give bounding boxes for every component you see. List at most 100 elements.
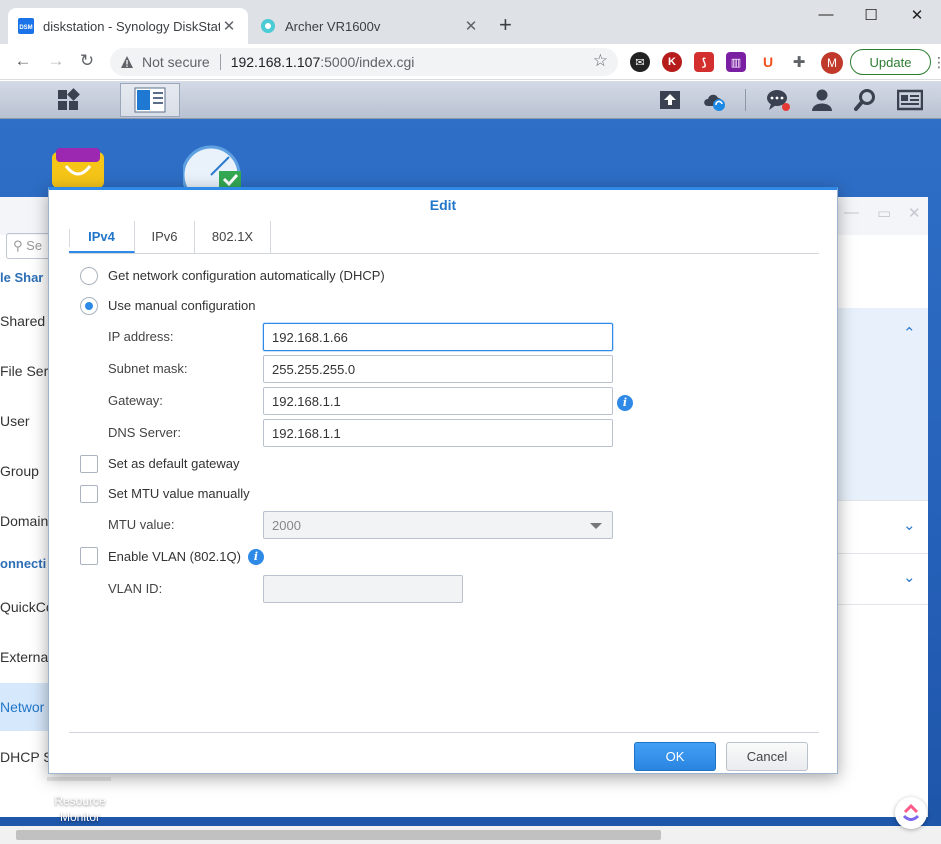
search-icon: ⚲ [13, 238, 23, 253]
security-label: Not secure [142, 54, 210, 70]
sidebar-item-group[interactable]: Group [0, 463, 39, 479]
menu-kebab-icon[interactable]: ⋮ [932, 54, 941, 71]
vlan-label: Enable VLAN (802.1Q) [108, 549, 241, 564]
extension-k-icon[interactable]: K [662, 52, 682, 72]
desktop-shortcut-highlight [47, 777, 111, 781]
bg-maximize-icon[interactable]: ▭ [877, 204, 891, 222]
main-menu-button[interactable] [22, 83, 114, 117]
subnet-mask-label: Subnet mask: [108, 361, 188, 376]
mtu-value-select[interactable]: 2000 [263, 511, 613, 539]
row-divider [838, 553, 928, 554]
default-gateway-checkbox[interactable] [80, 455, 98, 473]
clickup-icon[interactable] [895, 797, 927, 829]
close-window-icon[interactable]: ✕ [907, 6, 927, 24]
extension-u-icon[interactable]: U [758, 52, 778, 72]
scrollbar-thumb[interactable] [16, 830, 661, 840]
sidebar-item-dhcp-server[interactable]: DHCP S [0, 749, 53, 765]
sidebar-item-user[interactable]: User [0, 413, 30, 429]
forward-icon[interactable]: → [45, 50, 67, 72]
gateway-info-icon[interactable]: i [617, 395, 633, 411]
widgets-icon[interactable] [897, 88, 923, 112]
manual-config-radio[interactable] [80, 297, 98, 315]
url-host: 192.168.1.107 [230, 54, 321, 70]
dns-server-input[interactable]: 192.168.1.1 [263, 419, 613, 447]
ip-address-input[interactable]: 192.168.1.66 [263, 323, 613, 351]
search-icon[interactable] [853, 88, 879, 112]
cancel-button[interactable]: Cancel [726, 742, 808, 771]
row-divider [838, 604, 928, 605]
update-button[interactable]: Update [850, 49, 931, 75]
vlan-id-input[interactable] [263, 575, 463, 603]
sidebar-item-file-services[interactable]: File Ser [0, 363, 48, 379]
close-tab-icon[interactable]: ✕ [462, 17, 480, 35]
profile-avatar[interactable]: M [821, 52, 843, 74]
sidebar-section-connectivity: onnecti [0, 556, 47, 571]
dialog-title: Edit [429, 197, 457, 213]
row-divider [838, 500, 928, 501]
browser-tabstrip: DSM diskstation - Synology DiskStation ✕… [0, 0, 941, 44]
pdf-extension-icon[interactable]: ⟆ [694, 52, 714, 72]
mail-extension-icon[interactable]: ✉ [630, 52, 650, 72]
tab-ipv6[interactable]: IPv6 [135, 221, 195, 253]
dhcp-radio[interactable] [80, 267, 98, 285]
sidebar-item-quickconnect[interactable]: QuickCo [0, 599, 54, 615]
browser-toolbar: ← → ↻ Not secure 192.168.1.107 :5000/ind… [0, 44, 941, 80]
sidebar-section-file-sharing: le Shar [0, 270, 44, 285]
app-grid-icon [58, 88, 80, 110]
subnet-mask-input[interactable]: 255.255.255.0 [263, 355, 613, 383]
manual-config-label: Use manual configuration [108, 298, 256, 313]
dialog-tabs: IPv4 IPv6 802.1X [69, 221, 819, 254]
browser-tab-diskstation[interactable]: DSM diskstation - Synology DiskStation ✕ [8, 8, 248, 44]
mtu-manual-checkbox[interactable] [80, 485, 98, 503]
close-tab-icon[interactable]: ✕ [220, 17, 238, 35]
dialog-footer-divider [69, 732, 819, 733]
security-advisor-icon[interactable] [183, 145, 247, 189]
cloud-sync-icon[interactable] [701, 88, 727, 112]
dhcp-label: Get network configuration automatically … [108, 268, 385, 283]
sidebar-item-shared[interactable]: Shared [0, 313, 45, 329]
tab-divider [69, 229, 70, 247]
sidebar-item-domain[interactable]: Domain [0, 513, 48, 529]
bg-search-placeholder: Se [26, 238, 43, 253]
tplink-icon [261, 19, 275, 33]
bookmark-star-icon[interactable]: ☆ [593, 51, 608, 71]
ip-address-label: IP address: [108, 329, 174, 344]
dns-server-label: DNS Server: [108, 425, 181, 440]
maximize-icon[interactable]: ☐ [861, 6, 881, 24]
tab-title: diskstation - Synology DiskStation [43, 18, 220, 34]
notifications-chat-icon[interactable] [765, 88, 791, 112]
tab-title: Archer VR1600v [285, 18, 381, 34]
control-panel-taskbar-button[interactable] [120, 83, 180, 117]
browser-tab-archer[interactable]: Archer VR1600v ✕ [250, 8, 490, 44]
resource-monitor-shortcut-label[interactable]: Resource Monitor [40, 793, 120, 825]
user-icon[interactable] [809, 88, 835, 112]
tab-802-1x[interactable]: 802.1X [195, 221, 271, 253]
back-icon[interactable]: ← [12, 50, 34, 72]
tab-ipv4[interactable]: IPv4 [69, 221, 135, 253]
chevron-down-icon[interactable]: ⌄ [903, 568, 916, 586]
edit-dialog: Edit IPv4 IPv6 802.1X Get network config… [48, 187, 838, 774]
sidebar-item-network[interactable]: Networ [0, 699, 44, 715]
gateway-input[interactable]: 192.168.1.1 [263, 387, 613, 415]
bg-close-icon[interactable]: ✕ [908, 204, 921, 222]
package-center-icon[interactable] [48, 148, 108, 188]
vlan-checkbox[interactable] [80, 547, 98, 565]
minimize-icon[interactable]: — [816, 6, 836, 23]
extensions-puzzle-icon[interactable]: ✚ [789, 52, 809, 72]
chevron-up-icon[interactable]: ⌃ [903, 324, 916, 342]
address-bar[interactable]: Not secure 192.168.1.107 :5000/index.cgi… [110, 48, 618, 76]
control-panel-icon [134, 87, 166, 113]
chart-extension-icon[interactable]: ▥ [726, 52, 746, 72]
upload-icon[interactable] [657, 88, 683, 112]
ok-button[interactable]: OK [634, 742, 716, 771]
vlan-info-icon[interactable]: i [248, 549, 264, 565]
new-tab-icon[interactable]: + [499, 12, 512, 38]
reload-icon[interactable]: ↻ [76, 50, 98, 72]
chevron-down-icon[interactable]: ⌄ [903, 516, 916, 534]
mtu-value-label: MTU value: [108, 517, 175, 532]
bg-minimize-icon[interactable]: — [844, 204, 859, 221]
dsm-taskbar [0, 81, 941, 119]
sidebar-item-external-access[interactable]: Externa [0, 649, 48, 665]
omnibox-divider [219, 54, 221, 70]
warning-icon [121, 56, 133, 68]
